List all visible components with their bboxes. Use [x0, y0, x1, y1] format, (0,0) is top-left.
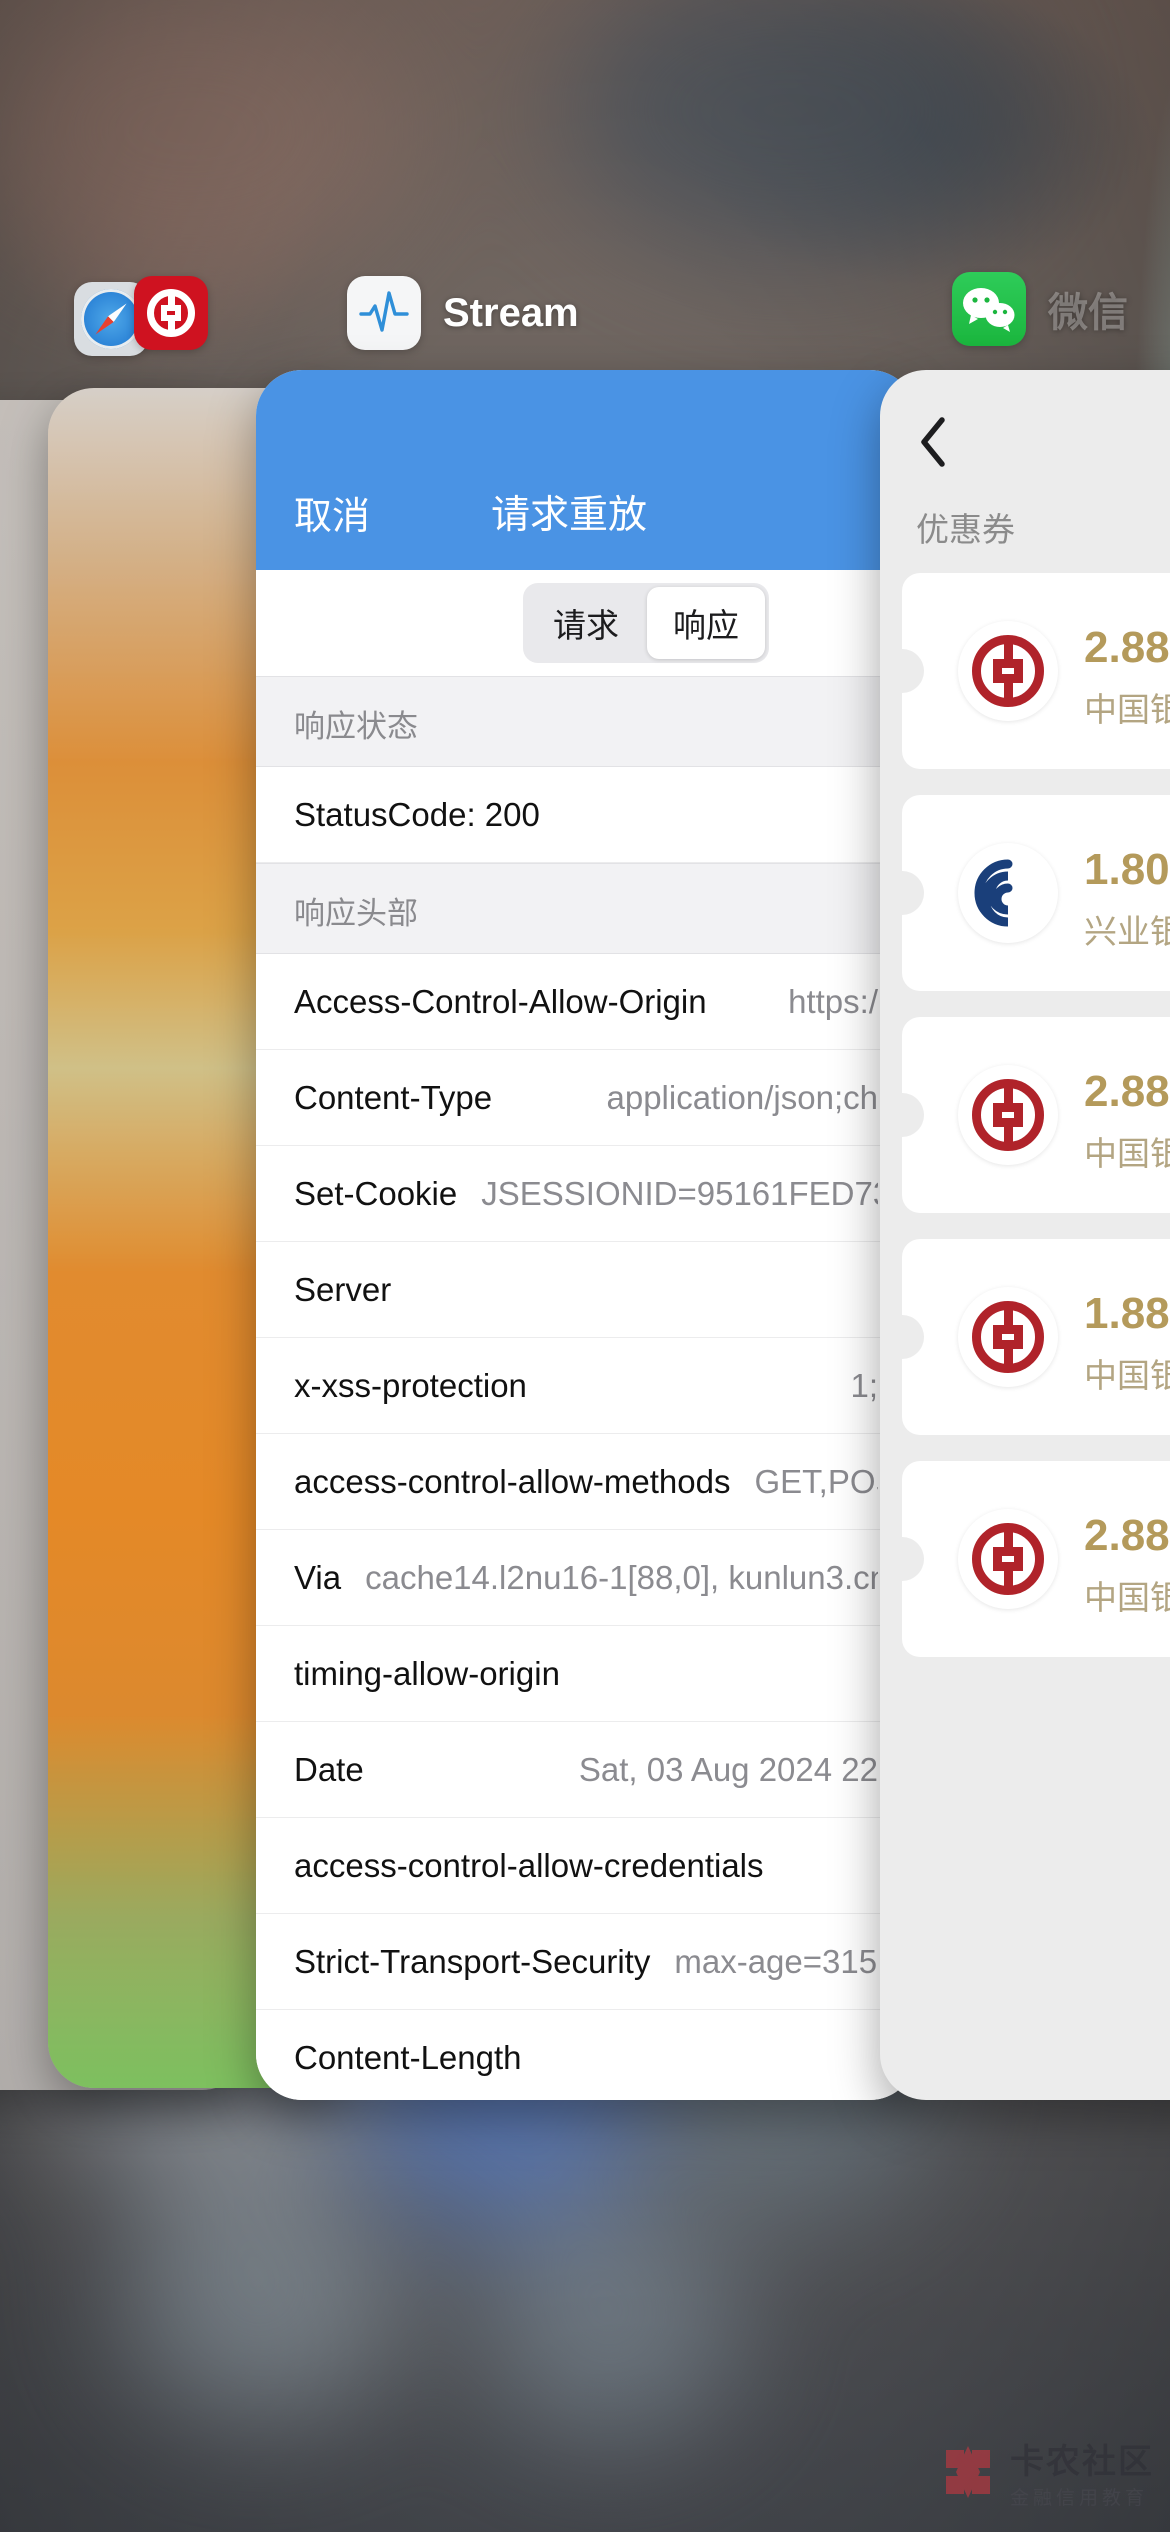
list-item[interactable]: 2.88元 中国银行 [902, 1461, 1170, 1657]
table-row[interactable]: x-xss-protection 1; [256, 1338, 916, 1434]
table-row[interactable]: Date Sat, 03 Aug 2024 22 [256, 1722, 916, 1818]
list-item[interactable]: 2.88元 中国银行 [902, 573, 1170, 769]
row-key: StatusCode: 200 [294, 795, 540, 833]
page-title: 请求重放 [490, 494, 647, 537]
table-row[interactable]: Content-Type application/json;ch [256, 1050, 916, 1146]
coupon-bank: 中国银行 [1084, 691, 1170, 728]
ticket-notch [902, 1537, 924, 1581]
coupon-amount: 2.88元 [1084, 1067, 1170, 1116]
ticket-notch [902, 1093, 924, 1137]
request-response-segmented-control[interactable]: 请求 响应 [523, 583, 769, 663]
bank-of-china-icon [958, 1287, 1058, 1387]
table-row[interactable]: Server [256, 1242, 916, 1338]
row-value: 1; [850, 1366, 878, 1404]
table-row[interactable]: Content-Length [256, 2010, 916, 2100]
coupon-navbar [880, 370, 1170, 475]
table-row[interactable]: Via cache14.l2nu16-1[88,0], kunlun3.cn [256, 1530, 916, 1626]
coupon-bank: 中国银行 [1084, 1579, 1170, 1616]
bank-of-china-icon [958, 1509, 1058, 1609]
table-row[interactable]: StatusCode: 200 [256, 767, 916, 863]
row-value: cache14.l2nu16-1[88,0], kunlun3.cn [365, 1558, 878, 1596]
section-header-response-status: 响应状态 [256, 676, 916, 767]
row-key: Date [294, 1750, 364, 1788]
list-item[interactable]: 1.80元 兴业银行 [902, 795, 1170, 991]
row-key: Via [294, 1558, 342, 1596]
row-value: max-age=3153600 [674, 1942, 878, 1980]
row-key: access-control-allow-credentials [294, 1846, 764, 1884]
ticket-notch [902, 871, 924, 915]
table-row[interactable]: access-control-allow-methods GET,POS [256, 1434, 916, 1530]
coupon-amount: 2.88元 [1084, 1511, 1170, 1560]
bank-of-china-icon [958, 1065, 1058, 1165]
list-item[interactable]: 1.88元 中国银行 [902, 1239, 1170, 1435]
coupon-bank: 中国银行 [1084, 1135, 1170, 1172]
coupon-page-title: 优惠券 [916, 511, 1015, 548]
switcher-card-stream[interactable]: 取消 请求重放 请求 响应 响应状态 StatusCode: 200 响应头部 … [256, 370, 916, 2100]
coupon-amount: 2.88元 [1084, 623, 1170, 672]
row-value: GET,POS [754, 1462, 879, 1500]
table-row[interactable]: Access-Control-Allow-Origin https:/ [256, 954, 916, 1050]
row-key: Content-Type [294, 1078, 493, 1116]
row-value: JSESSIONID=95161FED732A4 [481, 1174, 878, 1212]
switcher-card-coupons[interactable]: 优惠券 2.88元 中国银行 1.80元 兴业银行 [880, 370, 1170, 2100]
row-key: access-control-allow-methods [294, 1462, 731, 1500]
bank-of-china-icon [958, 621, 1058, 721]
row-value: application/json;ch [606, 1078, 878, 1116]
row-key: Set-Cookie [294, 1174, 458, 1212]
coupon-amount: 1.80元 [1084, 845, 1170, 894]
ticket-notch [902, 649, 924, 693]
row-value: https:/ [788, 982, 878, 1020]
industrial-bank-icon [958, 843, 1058, 943]
coupon-amount: 1.88元 [1084, 1289, 1170, 1338]
row-value: Sat, 03 Aug 2024 22 [578, 1750, 878, 1788]
tab-response[interactable]: 响应 [647, 587, 765, 659]
row-key: timing-allow-origin [294, 1654, 560, 1692]
table-row[interactable]: Strict-Transport-Security max-age=315360… [256, 1914, 916, 2010]
section-header-response-headers: 响应头部 [256, 863, 916, 954]
list-item[interactable]: 2.88元 中国银行 [902, 1017, 1170, 1213]
row-key: Strict-Transport-Security [294, 1942, 651, 1980]
table-row[interactable]: timing-allow-origin [256, 1626, 916, 1722]
table-row[interactable]: access-control-allow-credentials [256, 1818, 916, 1914]
watermark: 卡农社区 金融信用教育 [940, 2434, 1154, 2510]
request-response-segmented-control-wrap: 请求 响应 [256, 570, 916, 676]
row-key: Server [294, 1270, 392, 1308]
row-key: Content-Length [294, 2038, 522, 2076]
kanong-logo-icon [940, 2444, 996, 2500]
coupon-bank: 中国银行 [1084, 1357, 1170, 1394]
watermark-tagline: 金融信用教育 [1010, 2488, 1149, 2509]
table-row[interactable]: Set-Cookie JSESSIONID=95161FED732A4 [256, 1146, 916, 1242]
stream-navbar: 取消 请求重放 [256, 370, 916, 570]
tab-request[interactable]: 请求 [527, 587, 645, 659]
watermark-name: 卡农社区 [1010, 2443, 1154, 2481]
ticket-notch [902, 1315, 924, 1359]
chevron-left-icon[interactable] [916, 414, 950, 470]
row-key: x-xss-protection [294, 1366, 527, 1404]
row-key: Access-Control-Allow-Origin [294, 982, 707, 1020]
coupon-bank: 兴业银行 [1084, 913, 1170, 950]
